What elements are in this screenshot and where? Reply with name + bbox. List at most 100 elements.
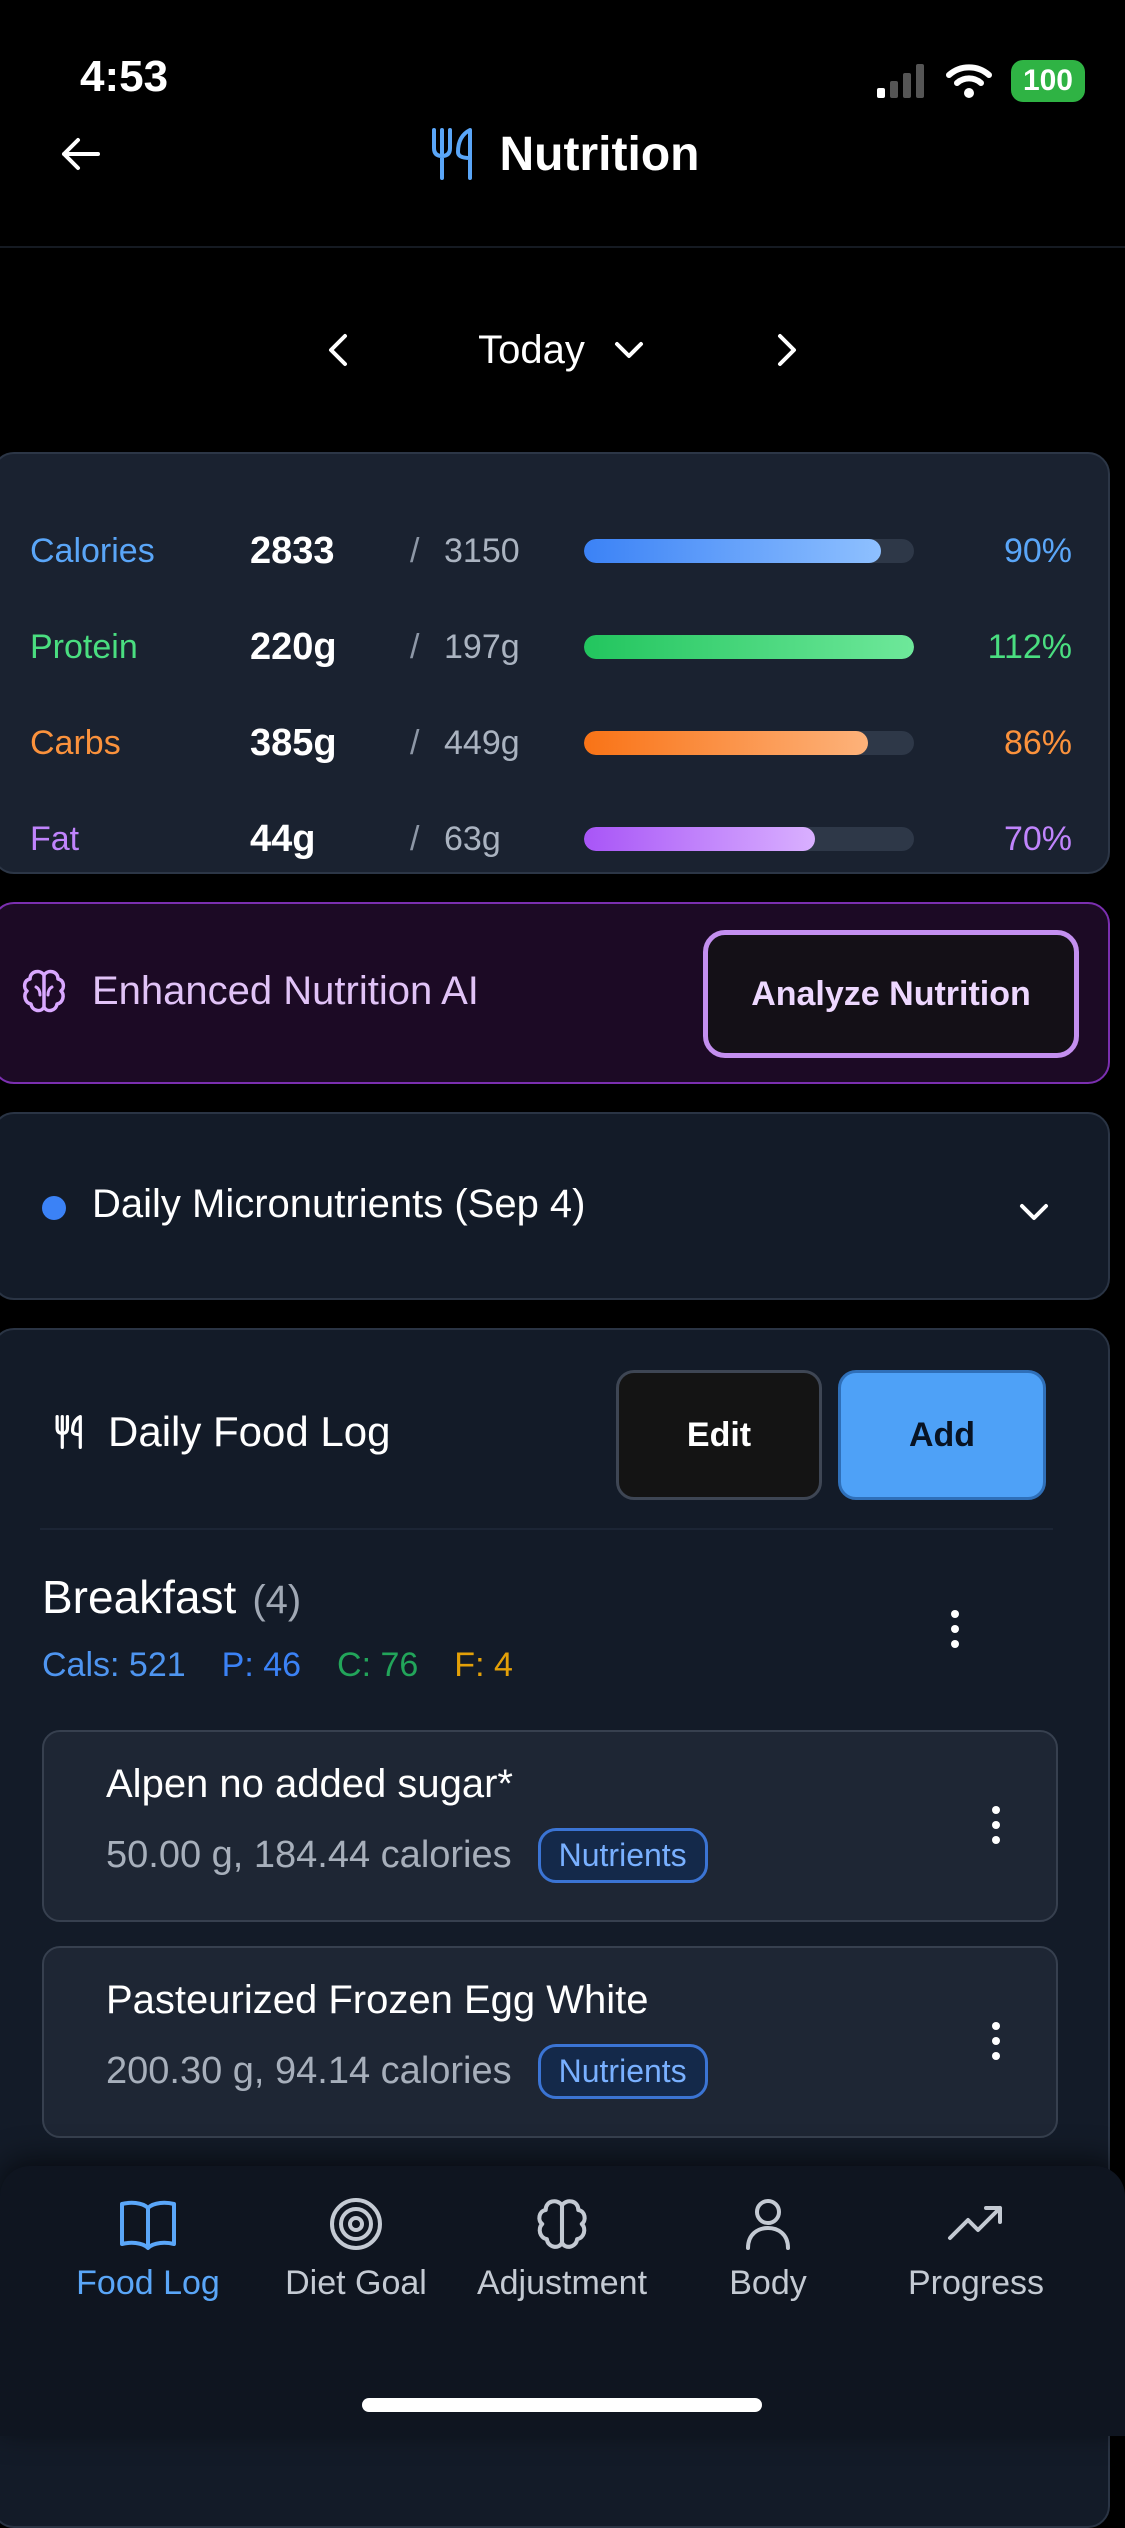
date-navigator: Today	[0, 315, 1125, 385]
target-icon	[330, 2198, 382, 2250]
macro-name: Carbs	[30, 723, 121, 762]
book-icon	[120, 2200, 176, 2250]
food-item-detail-row: 50.00 g, 184.44 calories Nutrients	[106, 1828, 708, 1883]
food-log-header: Daily Food Log	[52, 1408, 391, 1456]
tab-label: Adjustment	[476, 2264, 648, 2302]
wifi-icon	[945, 64, 992, 98]
tab-adjustment[interactable]: Adjustment	[462, 2196, 662, 2303]
nutrients-badge[interactable]: Nutrients	[537, 1828, 708, 1883]
macro-progress-fill	[584, 635, 914, 659]
chevron-down-icon[interactable]	[1012, 1190, 1056, 1234]
macro-name: Fat	[30, 819, 80, 858]
signal-icon	[876, 64, 924, 98]
chevron-down-icon	[614, 342, 643, 358]
date-selector[interactable]: Today	[478, 328, 647, 373]
brain-icon	[537, 2199, 587, 2249]
tab-label: Progress	[907, 2264, 1045, 2302]
macro-value: 385g	[250, 721, 337, 764]
divider	[40, 1528, 1053, 1530]
food-item-detail: 200.30 g, 94.14 calories	[106, 2050, 512, 2092]
battery-indicator: 100	[1010, 60, 1085, 102]
meal-header: Breakfast (4)	[42, 1570, 301, 1624]
macro-progress-bar	[584, 827, 914, 851]
more-vertical-icon[interactable]	[976, 2016, 1016, 2066]
food-item-detail: 50.00 g, 184.44 calories	[106, 1834, 512, 1876]
header-divider	[0, 246, 1125, 248]
home-indicator	[362, 2398, 762, 2412]
utensils-icon	[431, 128, 472, 180]
macro-name: Protein	[30, 627, 138, 666]
macro-value: 2833	[250, 529, 335, 572]
chevron-right-icon	[777, 334, 796, 366]
analyze-nutrition-button[interactable]: Analyze Nutrition	[703, 930, 1079, 1058]
meal-carbs: C: 76	[337, 1646, 419, 1684]
macro-value: 44g	[250, 817, 316, 860]
micronutrients-label: Daily Micronutrients (Sep 4)	[92, 1182, 586, 1226]
macro-row-calories: Calories 2833 / 3150 90%	[30, 521, 1072, 581]
nutrition-ai-title: Enhanced Nutrition AI	[92, 968, 479, 1013]
page-title: Nutrition	[499, 127, 700, 181]
food-log-title: Daily Food Log	[108, 1408, 391, 1455]
macro-row-fat: Fat 44g / 63g 70%	[30, 809, 1072, 869]
meal-fat: F: 4	[454, 1646, 513, 1684]
status-indicators: 100	[876, 60, 1085, 102]
tab-food-log[interactable]: Food Log	[48, 2196, 248, 2303]
meal-name: Breakfast	[42, 1571, 237, 1623]
tab-progress[interactable]: Progress	[876, 2196, 1076, 2303]
date-label: Today	[478, 327, 585, 372]
macro-slash: /	[410, 723, 420, 762]
macro-progress-bar	[584, 731, 914, 755]
macro-slash: /	[410, 819, 420, 858]
macro-value: 220g	[250, 625, 337, 668]
nutrients-badge[interactable]: Nutrients	[537, 2044, 708, 2099]
macro-percent: 70%	[1003, 819, 1072, 858]
macro-slash: /	[410, 531, 420, 570]
add-button[interactable]: Add	[838, 1370, 1046, 1500]
status-dot	[42, 1196, 66, 1220]
person-icon	[746, 2199, 790, 2250]
macro-slash: /	[410, 627, 420, 666]
macro-progress-bar	[584, 635, 914, 659]
macro-goal: 3150	[444, 531, 520, 570]
macro-name: Calories	[30, 531, 155, 570]
meal-calories: Cals: 521	[42, 1646, 186, 1684]
status-time: 4:53	[80, 52, 169, 101]
meal-count: (4)	[252, 1578, 302, 1622]
brain-icon	[22, 969, 66, 1013]
trending-up-icon	[948, 2206, 1002, 2240]
macro-goal: 63g	[444, 819, 501, 858]
meal-protein: P: 46	[221, 1646, 302, 1684]
macro-progress-fill	[584, 731, 868, 755]
chevron-left-icon	[329, 334, 348, 366]
more-vertical-icon[interactable]	[935, 1604, 975, 1654]
macro-row-carbs: Carbs 385g / 449g 86%	[30, 713, 1072, 773]
macro-progress-fill	[584, 827, 815, 851]
edit-button[interactable]: Edit	[616, 1370, 822, 1500]
tab-label: Food Log	[76, 2264, 220, 2302]
nutrition-ai-label: Enhanced Nutrition AI	[20, 967, 479, 1015]
macro-row-protein: Protein 220g / 197g 112%	[30, 617, 1072, 677]
previous-day-button[interactable]	[308, 320, 368, 380]
tab-body[interactable]: Body	[668, 2196, 868, 2303]
more-vertical-icon[interactable]	[976, 1800, 1016, 1850]
tab-label: Diet Goal	[285, 2264, 427, 2302]
macro-progress-fill	[584, 539, 881, 563]
macro-goal: 197g	[444, 627, 520, 666]
macro-goal: 449g	[444, 723, 520, 762]
food-item-card[interactable]	[42, 1946, 1058, 2138]
page-header: Nutrition	[0, 126, 1125, 182]
macro-progress-bar	[584, 539, 914, 563]
utensils-icon	[55, 1414, 82, 1450]
food-item-name: Pasteurized Frozen Egg White	[106, 1978, 649, 2022]
macro-summary-card: Calories 2833 / 3150 90% Protein 220g / …	[0, 452, 1110, 874]
tab-label: Body	[729, 2264, 807, 2302]
next-day-button[interactable]	[757, 320, 817, 380]
food-item-detail-row: 200.30 g, 94.14 calories Nutrients	[106, 2044, 708, 2099]
macro-percent: 86%	[1003, 723, 1072, 762]
meal-macros: Cals: 521 P: 46 C: 76 F: 4	[42, 1646, 513, 1685]
food-item-card[interactable]	[42, 1730, 1058, 1922]
tab-diet-goal[interactable]: Diet Goal	[256, 2196, 456, 2303]
food-item-name: Alpen no added sugar*	[106, 1762, 513, 1806]
macro-percent: 112%	[987, 627, 1072, 666]
macro-percent: 90%	[1003, 531, 1072, 570]
